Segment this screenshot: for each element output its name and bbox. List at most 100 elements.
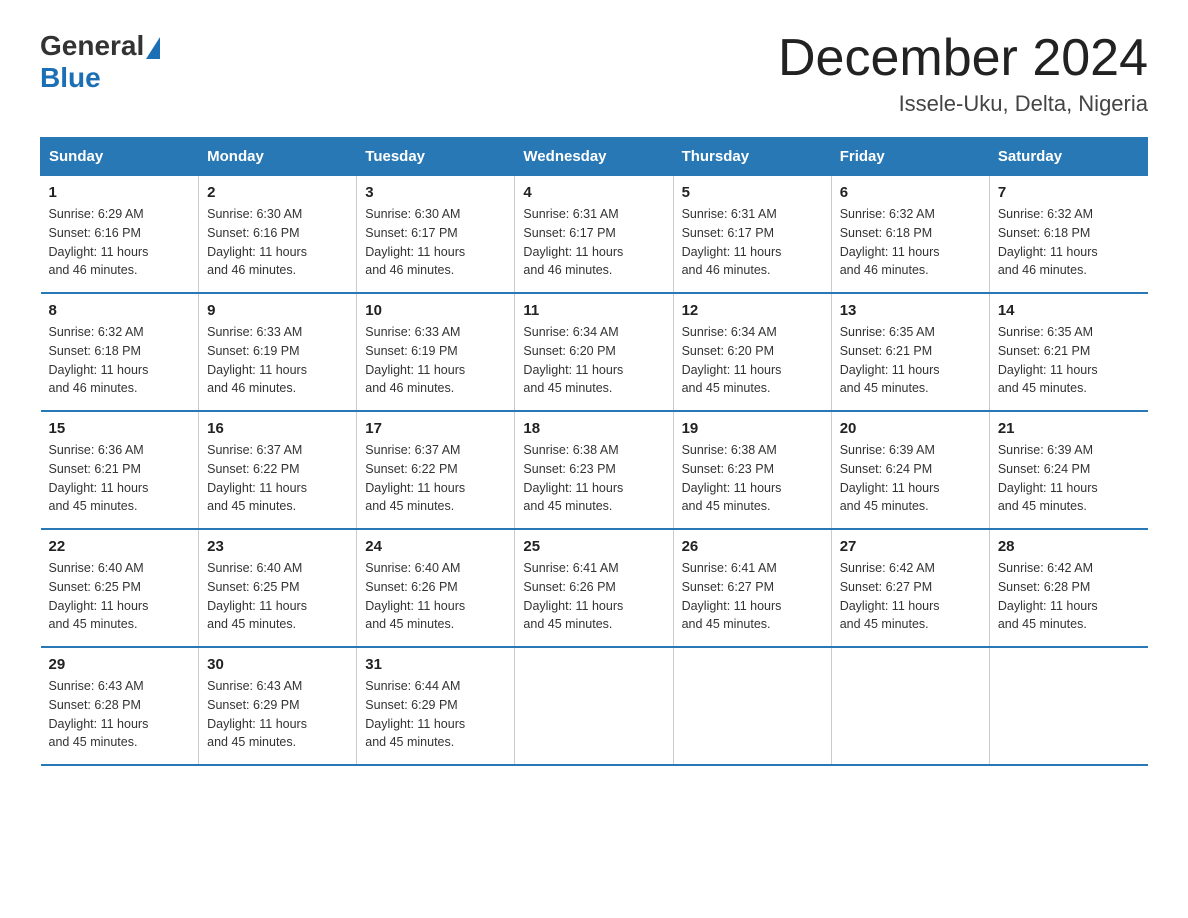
calendar-cell (515, 647, 673, 765)
day-number: 30 (207, 656, 348, 673)
day-number: 5 (682, 184, 823, 201)
day-number: 15 (49, 420, 191, 437)
logo-blue-text: Blue (40, 62, 101, 94)
day-info: Sunrise: 6:32 AMSunset: 6:18 PMDaylight:… (840, 205, 981, 280)
calendar-cell (673, 647, 831, 765)
header-saturday: Saturday (989, 138, 1147, 176)
day-info: Sunrise: 6:33 AMSunset: 6:19 PMDaylight:… (365, 323, 506, 398)
day-info: Sunrise: 6:31 AMSunset: 6:17 PMDaylight:… (682, 205, 823, 280)
day-info: Sunrise: 6:36 AMSunset: 6:21 PMDaylight:… (49, 441, 191, 516)
day-number: 2 (207, 184, 348, 201)
day-info: Sunrise: 6:31 AMSunset: 6:17 PMDaylight:… (523, 205, 664, 280)
calendar-cell: 1 Sunrise: 6:29 AMSunset: 6:16 PMDaylight… (41, 176, 199, 294)
day-number: 28 (998, 538, 1140, 555)
calendar-table: SundayMondayTuesdayWednesdayThursdayFrid… (40, 137, 1148, 766)
calendar-cell: 27Sunrise: 6:42 AMSunset: 6:27 PMDayligh… (831, 529, 989, 647)
calendar-cell: 14Sunrise: 6:35 AMSunset: 6:21 PMDayligh… (989, 293, 1147, 411)
header-monday: Monday (199, 138, 357, 176)
day-number: 6 (840, 184, 981, 201)
day-number: 22 (49, 538, 191, 555)
day-number: 3 (365, 184, 506, 201)
calendar-cell: 9 Sunrise: 6:33 AMSunset: 6:19 PMDaylight… (199, 293, 357, 411)
calendar-cell: 20 Sunrise: 6:39 AMSunset: 6:24 PMDayligh… (831, 411, 989, 529)
day-info: Sunrise: 6:40 AMSunset: 6:25 PMDaylight:… (49, 559, 191, 634)
page-header: General Blue December 2024 Issele-Uku, D… (40, 30, 1148, 117)
day-info: Sunrise: 6:43 AMSunset: 6:29 PMDaylight:… (207, 677, 348, 752)
calendar-cell: 5 Sunrise: 6:31 AMSunset: 6:17 PMDaylight… (673, 176, 831, 294)
calendar-cell: 11 Sunrise: 6:34 AMSunset: 6:20 PMDayligh… (515, 293, 673, 411)
day-number: 9 (207, 302, 348, 319)
logo: General Blue (40, 30, 160, 94)
calendar-cell: 24 Sunrise: 6:40 AMSunset: 6:26 PMDayligh… (357, 529, 515, 647)
calendar-cell: 8 Sunrise: 6:32 AMSunset: 6:18 PMDaylight… (41, 293, 199, 411)
day-number: 26 (682, 538, 823, 555)
header-thursday: Thursday (673, 138, 831, 176)
day-number: 11 (523, 302, 664, 319)
day-info: Sunrise: 6:32 AMSunset: 6:18 PMDaylight:… (49, 323, 191, 398)
day-info: Sunrise: 6:40 AMSunset: 6:25 PMDaylight:… (207, 559, 348, 634)
day-info: Sunrise: 6:41 AMSunset: 6:26 PMDaylight:… (523, 559, 664, 634)
day-number: 17 (365, 420, 506, 437)
day-info: Sunrise: 6:33 AMSunset: 6:19 PMDaylight:… (207, 323, 348, 398)
week-row-4: 22 Sunrise: 6:40 AMSunset: 6:25 PMDayligh… (41, 529, 1148, 647)
day-info: Sunrise: 6:37 AMSunset: 6:22 PMDaylight:… (365, 441, 506, 516)
day-number: 7 (998, 184, 1140, 201)
day-number: 31 (365, 656, 506, 673)
calendar-cell: 31 Sunrise: 6:44 AMSunset: 6:29 PMDayligh… (357, 647, 515, 765)
calendar-cell: 22 Sunrise: 6:40 AMSunset: 6:25 PMDayligh… (41, 529, 199, 647)
month-title: December 2024 (778, 30, 1148, 87)
calendar-cell: 21Sunrise: 6:39 AMSunset: 6:24 PMDayligh… (989, 411, 1147, 529)
day-info: Sunrise: 6:34 AMSunset: 6:20 PMDaylight:… (523, 323, 664, 398)
day-number: 8 (49, 302, 191, 319)
calendar-cell: 15 Sunrise: 6:36 AMSunset: 6:21 PMDayligh… (41, 411, 199, 529)
calendar-header-row: SundayMondayTuesdayWednesdayThursdayFrid… (41, 138, 1148, 176)
day-info: Sunrise: 6:38 AMSunset: 6:23 PMDaylight:… (682, 441, 823, 516)
day-info: Sunrise: 6:30 AMSunset: 6:17 PMDaylight:… (365, 205, 506, 280)
week-row-5: 29Sunrise: 6:43 AMSunset: 6:28 PMDayligh… (41, 647, 1148, 765)
day-info: Sunrise: 6:35 AMSunset: 6:21 PMDaylight:… (840, 323, 981, 398)
calendar-cell: 10 Sunrise: 6:33 AMSunset: 6:19 PMDayligh… (357, 293, 515, 411)
day-info: Sunrise: 6:41 AMSunset: 6:27 PMDaylight:… (682, 559, 823, 634)
calendar-cell: 3 Sunrise: 6:30 AMSunset: 6:17 PMDaylight… (357, 176, 515, 294)
week-row-1: 1 Sunrise: 6:29 AMSunset: 6:16 PMDaylight… (41, 176, 1148, 294)
header-friday: Friday (831, 138, 989, 176)
day-number: 21 (998, 420, 1140, 437)
day-info: Sunrise: 6:39 AMSunset: 6:24 PMDaylight:… (840, 441, 981, 516)
day-info: Sunrise: 6:29 AMSunset: 6:16 PMDaylight:… (49, 205, 191, 280)
day-info: Sunrise: 6:44 AMSunset: 6:29 PMDaylight:… (365, 677, 506, 752)
calendar-cell: 29Sunrise: 6:43 AMSunset: 6:28 PMDayligh… (41, 647, 199, 765)
day-number: 16 (207, 420, 348, 437)
calendar-cell: 2 Sunrise: 6:30 AMSunset: 6:16 PMDaylight… (199, 176, 357, 294)
day-number: 10 (365, 302, 506, 319)
day-info: Sunrise: 6:38 AMSunset: 6:23 PMDaylight:… (523, 441, 664, 516)
day-number: 20 (840, 420, 981, 437)
week-row-3: 15 Sunrise: 6:36 AMSunset: 6:21 PMDayligh… (41, 411, 1148, 529)
calendar-cell: 26 Sunrise: 6:41 AMSunset: 6:27 PMDayligh… (673, 529, 831, 647)
day-number: 27 (840, 538, 981, 555)
calendar-cell (989, 647, 1147, 765)
location: Issele-Uku, Delta, Nigeria (778, 91, 1148, 117)
week-row-2: 8 Sunrise: 6:32 AMSunset: 6:18 PMDaylight… (41, 293, 1148, 411)
day-info: Sunrise: 6:40 AMSunset: 6:26 PMDaylight:… (365, 559, 506, 634)
header-tuesday: Tuesday (357, 138, 515, 176)
calendar-cell: 12Sunrise: 6:34 AMSunset: 6:20 PMDayligh… (673, 293, 831, 411)
calendar-cell: 16Sunrise: 6:37 AMSunset: 6:22 PMDayligh… (199, 411, 357, 529)
calendar-cell: 4Sunrise: 6:31 AMSunset: 6:17 PMDaylight… (515, 176, 673, 294)
calendar-cell: 6 Sunrise: 6:32 AMSunset: 6:18 PMDaylight… (831, 176, 989, 294)
calendar-cell: 18 Sunrise: 6:38 AMSunset: 6:23 PMDayligh… (515, 411, 673, 529)
header-wednesday: Wednesday (515, 138, 673, 176)
day-number: 1 (49, 184, 191, 201)
day-info: Sunrise: 6:42 AMSunset: 6:28 PMDaylight:… (998, 559, 1140, 634)
day-number: 19 (682, 420, 823, 437)
day-info: Sunrise: 6:32 AMSunset: 6:18 PMDaylight:… (998, 205, 1140, 280)
logo-general-text: General (40, 30, 144, 62)
day-number: 12 (682, 302, 823, 319)
day-info: Sunrise: 6:30 AMSunset: 6:16 PMDaylight:… (207, 205, 348, 280)
calendar-cell: 28 Sunrise: 6:42 AMSunset: 6:28 PMDayligh… (989, 529, 1147, 647)
day-number: 25 (523, 538, 664, 555)
calendar-cell: 23Sunrise: 6:40 AMSunset: 6:25 PMDayligh… (199, 529, 357, 647)
title-area: December 2024 Issele-Uku, Delta, Nigeria (778, 30, 1148, 117)
day-number: 24 (365, 538, 506, 555)
day-number: 18 (523, 420, 664, 437)
calendar-cell: 13Sunrise: 6:35 AMSunset: 6:21 PMDayligh… (831, 293, 989, 411)
